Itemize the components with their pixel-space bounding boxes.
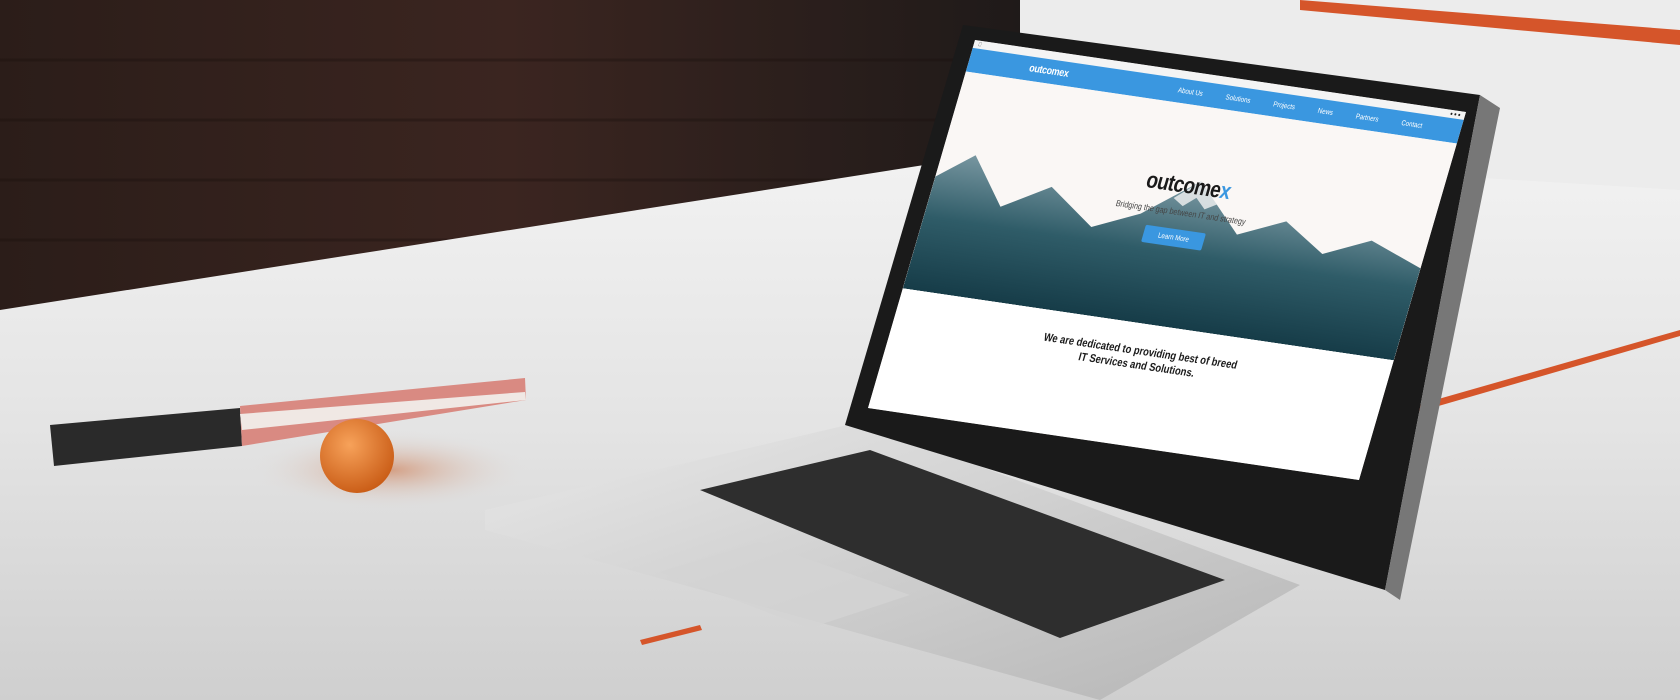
photo-scene bbox=[0, 0, 1680, 700]
laptop-screen-website:  ● ● ● outcomex About Us Solutions Proj… bbox=[868, 40, 1466, 480]
ping-pong-ball bbox=[320, 419, 394, 493]
nav-solutions[interactable]: Solutions bbox=[1225, 93, 1252, 105]
nav-partners[interactable]: Partners bbox=[1355, 112, 1380, 123]
intro-headline: We are dedicated to providing best of br… bbox=[1042, 330, 1239, 380]
nav-contact[interactable]: Contact bbox=[1400, 119, 1423, 130]
nav-projects[interactable]: Projects bbox=[1272, 100, 1296, 111]
apple-icon:  bbox=[977, 41, 982, 47]
nav-about-us[interactable]: About Us bbox=[1177, 86, 1204, 98]
nav-news[interactable]: News bbox=[1317, 107, 1334, 117]
site-logo[interactable]: outcomex bbox=[1028, 63, 1070, 81]
